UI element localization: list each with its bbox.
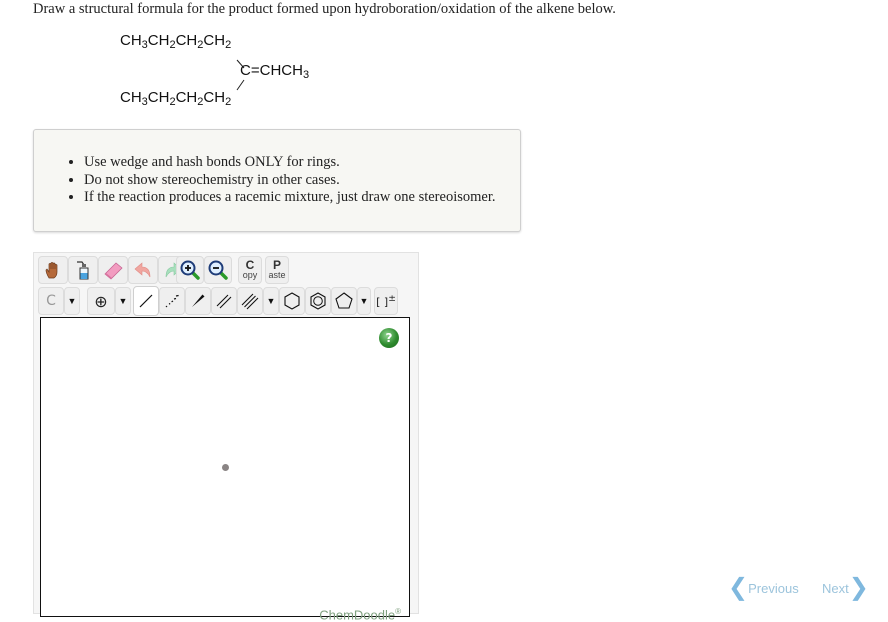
- next-label: Next: [822, 581, 849, 596]
- cyclopentane-button[interactable]: [331, 287, 357, 315]
- wedge-bond-button[interactable]: [185, 287, 211, 315]
- copy-button[interactable]: C opy: [238, 256, 262, 284]
- previous-label: Previous: [748, 581, 799, 596]
- bracket-label: [ ]: [376, 296, 388, 309]
- chemdoodle-sketcher: C opy P aste C ▼ ⊕ ▼: [33, 252, 419, 614]
- subscript: 3: [303, 69, 309, 81]
- chevron-left-icon: ❮: [728, 578, 748, 598]
- help-icon[interactable]: ?: [379, 328, 399, 348]
- previous-button[interactable]: ❮ Previous: [728, 578, 799, 598]
- ring-dropdown-button[interactable]: ▼: [357, 287, 371, 315]
- bracket-icon: [ ]±: [376, 293, 396, 309]
- atom-label-button[interactable]: C: [38, 287, 64, 315]
- chain-atom: CH: [148, 89, 170, 106]
- chemdoodle-watermark: ChemDoodle®: [319, 607, 401, 622]
- benzene-button[interactable]: [305, 287, 331, 315]
- chain-atom: CH: [120, 89, 142, 106]
- cyclohexane-icon: [282, 291, 302, 311]
- canvas-dot: [222, 464, 229, 471]
- bracket-sup: ±: [388, 293, 396, 304]
- instruction-item: Do not show stereochemistry in other cas…: [84, 172, 495, 190]
- zoom-in-button[interactable]: [176, 256, 204, 284]
- charge-button[interactable]: ⊕: [87, 287, 115, 315]
- plus-charge-icon: ⊕: [94, 292, 107, 311]
- instructions-box: Use wedge and hash bonds ONLY for rings.…: [33, 129, 521, 232]
- bracket-charge-button[interactable]: [ ]±: [374, 287, 398, 315]
- eraser-icon: [102, 260, 124, 280]
- atom-label: C: [46, 293, 56, 309]
- single-bond-button[interactable]: [133, 286, 159, 316]
- hash-bond-button[interactable]: [159, 287, 185, 315]
- alkene-structure: CH3CH2CH2CH2 C=CHCH3 CH3CH2CH2CH2: [120, 32, 360, 112]
- undo-button[interactable]: [128, 256, 158, 284]
- zoom-in-icon: [179, 259, 201, 281]
- double-bond-button[interactable]: [211, 287, 237, 315]
- watermark-text: ChemDoodle: [319, 607, 395, 622]
- paste-letter: P: [273, 260, 281, 270]
- right-group: CHCH: [260, 62, 303, 79]
- bottom-chain: CH3CH2CH2CH2: [120, 89, 231, 106]
- atom-dropdown-button[interactable]: ▼: [64, 287, 80, 315]
- single-bond-icon: [137, 292, 155, 310]
- question-text: Draw a structural formula for the produc…: [33, 1, 616, 18]
- wedge-bond-icon: [189, 292, 207, 310]
- next-button[interactable]: Next ❯: [822, 578, 869, 598]
- double-bond-group: C=CHCH3: [240, 62, 309, 79]
- chain-atom: CH: [176, 89, 198, 106]
- chevron-down-icon: ▼: [68, 296, 77, 306]
- hash-bond-icon: [163, 292, 181, 310]
- triple-bond-button[interactable]: [237, 287, 263, 315]
- pan-button[interactable]: [38, 256, 68, 284]
- double-bond-icon: [215, 292, 233, 310]
- hand-icon: [43, 260, 63, 280]
- cyclopentane-icon: [334, 291, 354, 311]
- chevron-down-icon: ▼: [360, 296, 369, 306]
- paste-label: aste: [268, 270, 285, 280]
- bond-dropdown-button[interactable]: ▼: [263, 287, 279, 315]
- chain-atom: CH: [203, 89, 225, 106]
- paste-button[interactable]: P aste: [265, 256, 289, 284]
- center-carbon: C: [240, 62, 251, 79]
- undo-icon: [132, 260, 154, 280]
- cyclohexane-button[interactable]: [279, 287, 305, 315]
- chevron-down-icon: ▼: [267, 296, 276, 306]
- zoom-out-button[interactable]: [204, 256, 232, 284]
- instruction-item: Use wedge and hash bonds ONLY for rings.: [84, 154, 495, 172]
- charge-dropdown-button[interactable]: ▼: [115, 287, 131, 315]
- copy-label: opy: [243, 270, 258, 280]
- chevron-right-icon: ❯: [849, 578, 869, 598]
- registered-mark: ®: [395, 607, 401, 616]
- subscript: 2: [225, 96, 231, 108]
- triple-bond-icon: [241, 292, 259, 310]
- copy-letter: C: [246, 260, 255, 270]
- double-bond: =: [251, 62, 260, 79]
- wash-bottle-icon: [73, 259, 93, 281]
- instruction-item: If the reaction produces a racemic mixtu…: [84, 189, 495, 207]
- chevron-down-icon: ▼: [119, 296, 128, 306]
- benzene-icon: [308, 291, 328, 311]
- erase-button[interactable]: [98, 256, 128, 284]
- drawing-canvas[interactable]: ? ChemDoodle®: [40, 317, 410, 617]
- clear-button[interactable]: [68, 256, 98, 284]
- bond-bottom: [237, 80, 244, 90]
- instructions-list: Use wedge and hash bonds ONLY for rings.…: [34, 154, 495, 207]
- zoom-out-icon: [207, 259, 229, 281]
